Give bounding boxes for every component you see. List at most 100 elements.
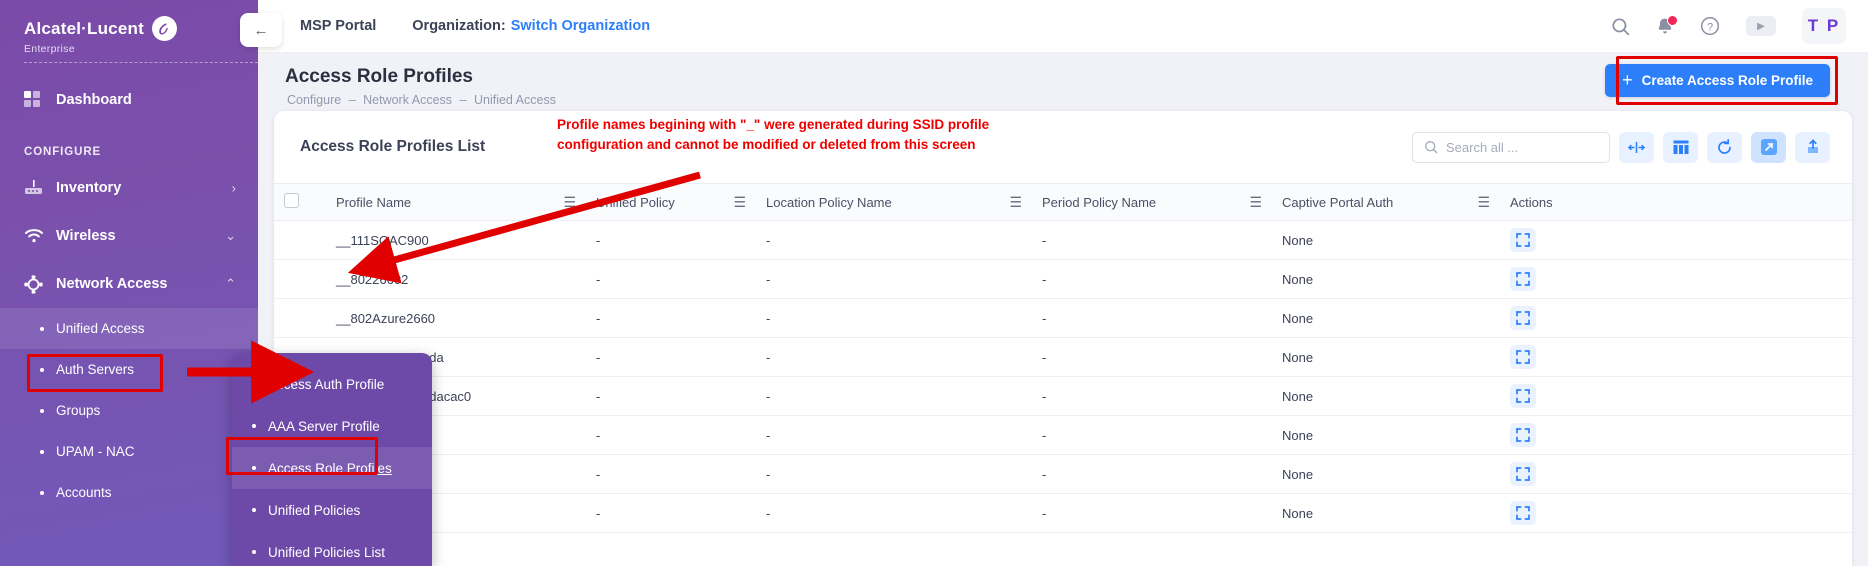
column-menu-icon[interactable]: ☰ [1249, 195, 1262, 209]
columns-icon[interactable] [1663, 131, 1698, 163]
column-header-captive-portal-auth[interactable]: Captive Portal Auth ☰ [1272, 183, 1500, 221]
sidebar-item-label: Groups [56, 403, 101, 418]
column-label: Profile Name [336, 194, 412, 210]
column-header-location-policy-name[interactable]: Location Policy Name ☰ [756, 183, 1032, 221]
table-row[interactable]: __111SQAC900- - - None [274, 220, 1852, 260]
column-menu-icon[interactable]: ☰ [1009, 195, 1022, 209]
cell-captive-portal-auth: None [1272, 220, 1500, 260]
expand-row-icon[interactable] [1510, 501, 1536, 525]
submenu-item-access-auth-profile[interactable]: Access Auth Profile [232, 363, 432, 405]
table-row[interactable]: __802c900---None [274, 454, 1852, 494]
card-header: Access Role Profiles List Profile names … [274, 111, 1852, 183]
column-label: Location Policy Name [766, 194, 892, 210]
column-header-profile-name[interactable]: Profile Name ☰ [326, 183, 586, 221]
cell-location-policy-name: - [756, 220, 1032, 260]
select-all-checkbox[interactable] [284, 193, 299, 208]
breadcrumb-separator: – [348, 93, 356, 107]
annotation-text: Profile names begining with "_" were gen… [557, 117, 990, 152]
search-input[interactable]: Search all ... [1412, 131, 1610, 163]
column-header-unified-policy[interactable]: Unified Policy ☰ [586, 183, 756, 221]
breadcrumb-item-unified-access[interactable]: Unified Access [474, 93, 556, 107]
cell-unified-policy: - [586, 415, 756, 455]
access-role-profiles-table: Profile Name ☰ Unified Policy ☰ Location… [274, 183, 1852, 533]
column-label: Captive Portal Auth [1282, 194, 1394, 210]
column-menu-icon[interactable]: ☰ [563, 195, 576, 209]
sidebar-item-label: Accounts [56, 485, 112, 500]
column-header-actions: Actions [1500, 183, 1852, 221]
sidebar-item-label: Wireless [56, 228, 116, 244]
table-row[interactable]: __802AzureSouda---None [274, 337, 1852, 377]
table-row[interactable]: __802Azure2660- - - None [274, 298, 1852, 338]
help-icon[interactable]: ? [1700, 16, 1720, 36]
sidebar-item-network-access[interactable]: Network Access ⌃ [0, 260, 258, 308]
chevron-down-icon: ⌄ [225, 228, 236, 243]
cell-captive-portal-auth: None [1272, 298, 1500, 338]
sidebar-item-upam-nac[interactable]: UPAM - NAC › [0, 431, 258, 472]
msp-portal-link[interactable]: MSP Portal [300, 18, 376, 34]
upload-icon[interactable] [1795, 131, 1830, 163]
refresh-icon[interactable] [1707, 131, 1742, 163]
cell-actions [1500, 415, 1852, 455]
sidebar-item-dashboard[interactable]: Dashboard [0, 76, 258, 124]
play-icon[interactable]: ▶ [1746, 16, 1776, 36]
sidebar-item-unified-access[interactable]: Unified Access [0, 308, 258, 349]
sidebar-item-groups[interactable]: Groups › [0, 390, 258, 431]
expand-row-icon[interactable] [1510, 345, 1536, 369]
grid-icon [24, 91, 52, 109]
cell-actions [1500, 337, 1852, 377]
cell-unified-policy: - [586, 454, 756, 494]
table-row[interactable]: __802caco---None [274, 493, 1852, 533]
page-header: Access Role Profiles Configure – Network… [258, 53, 1868, 111]
sidebar-item-auth-servers[interactable]: Auth Servers › [0, 349, 258, 390]
bullet-icon [40, 367, 44, 372]
sidebar-item-accounts[interactable]: Accounts › [0, 472, 258, 513]
breadcrumb-separator: – [459, 93, 467, 107]
table-row[interactable]: __802AzureSoudacac0---None [274, 376, 1852, 416]
submenu-item-label: Unified Policies List [268, 544, 386, 560]
breadcrumb-item-network-access[interactable]: Network Access [363, 93, 452, 107]
bullet-icon [252, 424, 256, 428]
expand-icon[interactable] [1751, 131, 1786, 163]
submenu-item-unified-policies-list[interactable]: Unified Policies List [232, 531, 432, 566]
column-label: Actions [1510, 194, 1553, 210]
breadcrumb-item-configure[interactable]: Configure [287, 93, 341, 107]
submenu-item-unified-policies[interactable]: Unified Policies [232, 489, 432, 531]
submenu-item-access-role-profiles[interactable]: Access Role Profiles [232, 447, 432, 489]
wifi-icon [24, 228, 52, 244]
brand-logo: Alcatel·Lucent Enterprise [0, 0, 258, 76]
cell-location-policy-name: - [756, 337, 1032, 377]
bullet-icon [252, 382, 256, 386]
sidebar-item-label: Auth Servers [56, 362, 135, 377]
fit-columns-icon[interactable] [1619, 131, 1654, 163]
submenu-item-aaa-server-profile[interactable]: AAA Server Profile [232, 405, 432, 447]
column-menu-icon[interactable]: ☰ [1477, 195, 1490, 209]
table-row[interactable]: __802900---None [274, 415, 1852, 455]
cell-actions [1500, 220, 1852, 260]
search-icon[interactable] [1611, 17, 1630, 36]
switch-organization-link[interactable]: Switch Organization [511, 18, 650, 34]
cell-period-policy-name: - [1032, 259, 1272, 299]
sidebar-item-inventory[interactable]: Inventory › [0, 164, 258, 212]
cell-actions [1500, 493, 1852, 533]
bullet-icon [40, 490, 44, 495]
header-actions: ? ▶ T P [1611, 8, 1868, 44]
sidebar-item-wireless[interactable]: Wireless ⌄ [0, 212, 258, 260]
expand-row-icon[interactable] [1510, 423, 1536, 447]
expand-row-icon[interactable] [1510, 306, 1536, 330]
collapse-sidebar-button[interactable]: ← [240, 13, 282, 47]
cell-profile-name: __111SQAC900 [326, 220, 586, 260]
app-root: Alcatel·Lucent Enterprise Dashboard CONF… [0, 0, 1868, 566]
avatar[interactable]: T P [1802, 8, 1846, 44]
column-menu-icon[interactable]: ☰ [733, 195, 746, 209]
expand-row-icon[interactable] [1510, 384, 1536, 408]
chevron-up-icon: ⌃ [225, 276, 236, 291]
row-select-cell [274, 298, 326, 338]
expand-row-icon[interactable] [1510, 462, 1536, 486]
switch-icon [24, 180, 52, 196]
cell-period-policy-name: - [1032, 376, 1272, 416]
table-row[interactable]: __80226602- - - None [274, 259, 1852, 299]
expand-row-icon[interactable] [1510, 267, 1536, 291]
column-header-period-policy-name[interactable]: Period Policy Name ☰ [1032, 183, 1272, 221]
expand-row-icon[interactable] [1510, 228, 1536, 252]
bell-icon[interactable] [1656, 14, 1678, 36]
